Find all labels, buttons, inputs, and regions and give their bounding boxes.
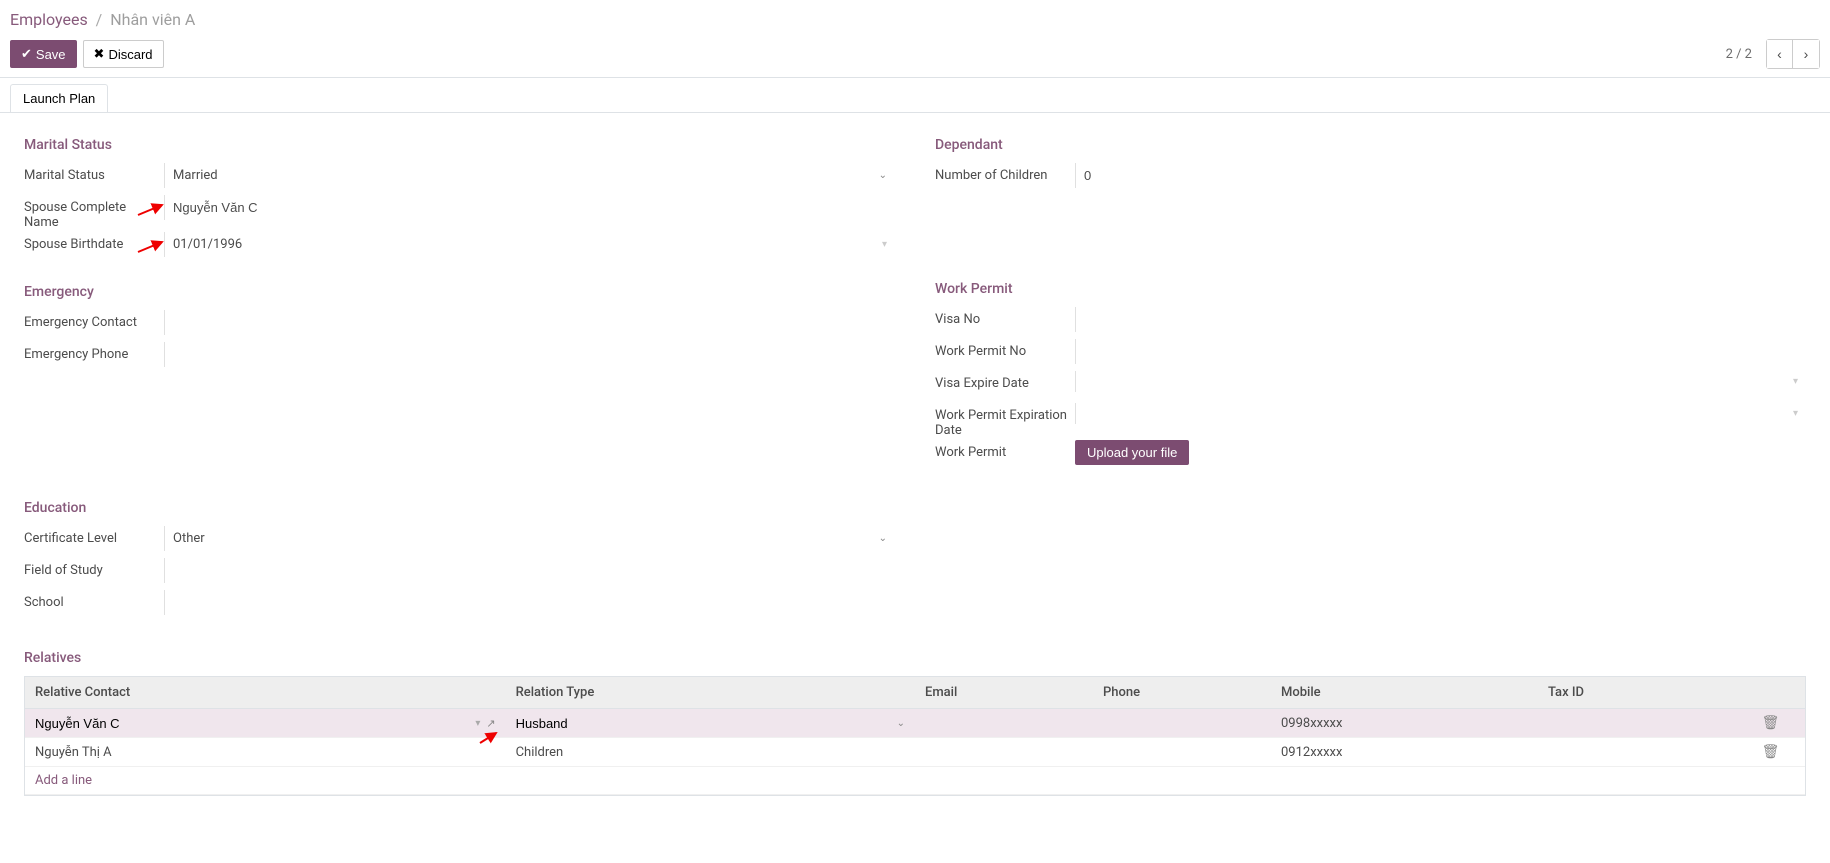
col-mobile: Mobile (1271, 677, 1538, 709)
section-dependant: Dependant (935, 137, 1806, 153)
cert-level-value: Other (173, 531, 205, 546)
label-field-study: Field of Study (24, 558, 164, 578)
chevron-down-icon: ▾ (882, 239, 887, 250)
chevron-down-icon: ⌄ (879, 533, 887, 544)
cell-relation[interactable]: Children (506, 738, 915, 767)
chevron-down-icon: ▾ (475, 718, 480, 729)
form-body: Marital Status Marital Status Married ⌄ … (0, 112, 1830, 820)
label-work-permit-no: Work Permit No (935, 339, 1075, 359)
input-num-children[interactable] (1075, 163, 1806, 188)
cell-contact[interactable]: Nguyễn Thị A (25, 738, 506, 767)
cell-tax[interactable] (1538, 738, 1752, 767)
trash-icon[interactable]: 🗑 (1762, 715, 1780, 731)
section-emergency: Emergency (24, 284, 895, 300)
close-icon: ✖ (94, 46, 105, 62)
input-spouse-name[interactable] (164, 195, 895, 220)
add-line[interactable]: Add a line (35, 773, 92, 788)
cell-phone[interactable] (1093, 738, 1271, 767)
chevron-left-icon: ‹ (1777, 46, 1782, 62)
cell-mobile[interactable]: 0998xxxxx (1271, 709, 1538, 738)
input-emergency-contact[interactable] (164, 310, 895, 335)
pager: ‹ › (1766, 39, 1820, 69)
table-row[interactable]: Nguyễn Thị AChildren 0912xxxxx 🗑 (25, 738, 1805, 767)
label-visa-no: Visa No (935, 307, 1075, 327)
chevron-down-icon: ⌄ (897, 718, 905, 729)
label-school: School (24, 590, 164, 610)
label-num-children: Number of Children (935, 163, 1075, 183)
cell-mobile[interactable]: 0912xxxxx (1271, 738, 1538, 767)
chevron-down-icon: ⌄ (879, 170, 887, 181)
col-tax: Tax ID (1538, 677, 1752, 709)
label-spouse-birthdate: Spouse Birthdate (24, 232, 164, 252)
col-contact: Relative Contact (25, 677, 506, 709)
marital-status-value: Married (173, 168, 218, 183)
chevron-right-icon: › (1804, 46, 1809, 62)
toolbar: ✔ Save ✖ Discard 2 / 2 ‹ › (0, 33, 1830, 78)
external-link-icon[interactable]: ↗ (486, 717, 495, 730)
label-emergency-contact: Emergency Contact (24, 310, 164, 330)
cell-tax[interactable] (1538, 709, 1752, 738)
select-relation-type[interactable] (516, 716, 897, 731)
discard-button[interactable]: ✖ Discard (83, 40, 164, 68)
select-marital-status[interactable]: Married ⌄ (164, 163, 895, 188)
save-button[interactable]: ✔ Save (10, 40, 77, 68)
cell-phone[interactable] (1093, 709, 1271, 738)
breadcrumb-current: Nhân viên A (110, 10, 195, 29)
input-relative-contact[interactable] (35, 716, 473, 731)
table-row[interactable]: ▾ ↗ ⌄ 0998xxxxx 🗑 (25, 709, 1805, 738)
input-emergency-phone[interactable] (164, 342, 895, 367)
input-work-permit-no[interactable] (1075, 339, 1806, 364)
input-school[interactable] (164, 590, 895, 615)
input-field-study[interactable] (164, 558, 895, 583)
section-education: Education (24, 500, 895, 516)
breadcrumb-root[interactable]: Employees (10, 10, 88, 29)
label-emergency-phone: Emergency Phone (24, 342, 164, 362)
label-work-permit: Work Permit (935, 440, 1075, 460)
select-cert-level[interactable]: Other ⌄ (164, 526, 895, 551)
cell-email[interactable] (915, 738, 1093, 767)
chevron-down-icon: ▾ (1793, 408, 1798, 419)
pager-text: 2 / 2 (1726, 47, 1756, 62)
input-visa-no[interactable] (1075, 307, 1806, 332)
section-marital: Marital Status (24, 137, 895, 153)
save-label: Save (36, 47, 66, 62)
launch-plan-button[interactable]: Launch Plan (10, 84, 108, 112)
breadcrumb-sep: / (96, 10, 103, 29)
label-visa-expire: Visa Expire Date (935, 371, 1075, 391)
input-work-permit-exp[interactable]: ▾ (1075, 403, 1806, 424)
chevron-down-icon: ▾ (1793, 376, 1798, 387)
discard-label: Discard (108, 47, 152, 62)
label-spouse-name: Spouse Complete Name (24, 195, 164, 230)
col-relation: Relation Type (506, 677, 915, 709)
pager-next[interactable]: › (1793, 40, 1819, 68)
label-cert-level: Certificate Level (24, 526, 164, 546)
upload-file-button[interactable]: Upload your file (1075, 440, 1189, 465)
relatives-table: Relative Contact Relation Type Email Pho… (25, 677, 1805, 795)
input-visa-expire[interactable]: ▾ (1075, 371, 1806, 392)
breadcrumb: Employees / Nhân viên A (0, 0, 1830, 33)
pager-prev[interactable]: ‹ (1767, 40, 1793, 68)
label-work-permit-exp: Work Permit Expiration Date (935, 403, 1075, 438)
section-relatives: Relatives (24, 650, 1806, 666)
col-phone: Phone (1093, 677, 1271, 709)
trash-icon[interactable]: 🗑 (1762, 744, 1780, 760)
input-spouse-birthdate[interactable]: 01/01/1996 ▾ (164, 232, 895, 257)
cell-email[interactable] (915, 709, 1093, 738)
spouse-birthdate-value: 01/01/1996 (173, 237, 242, 252)
statusbar: Launch Plan (0, 78, 1830, 112)
check-icon: ✔ (21, 46, 32, 62)
col-email: Email (915, 677, 1093, 709)
label-marital-status: Marital Status (24, 163, 164, 183)
section-work-permit: Work Permit (935, 281, 1806, 297)
